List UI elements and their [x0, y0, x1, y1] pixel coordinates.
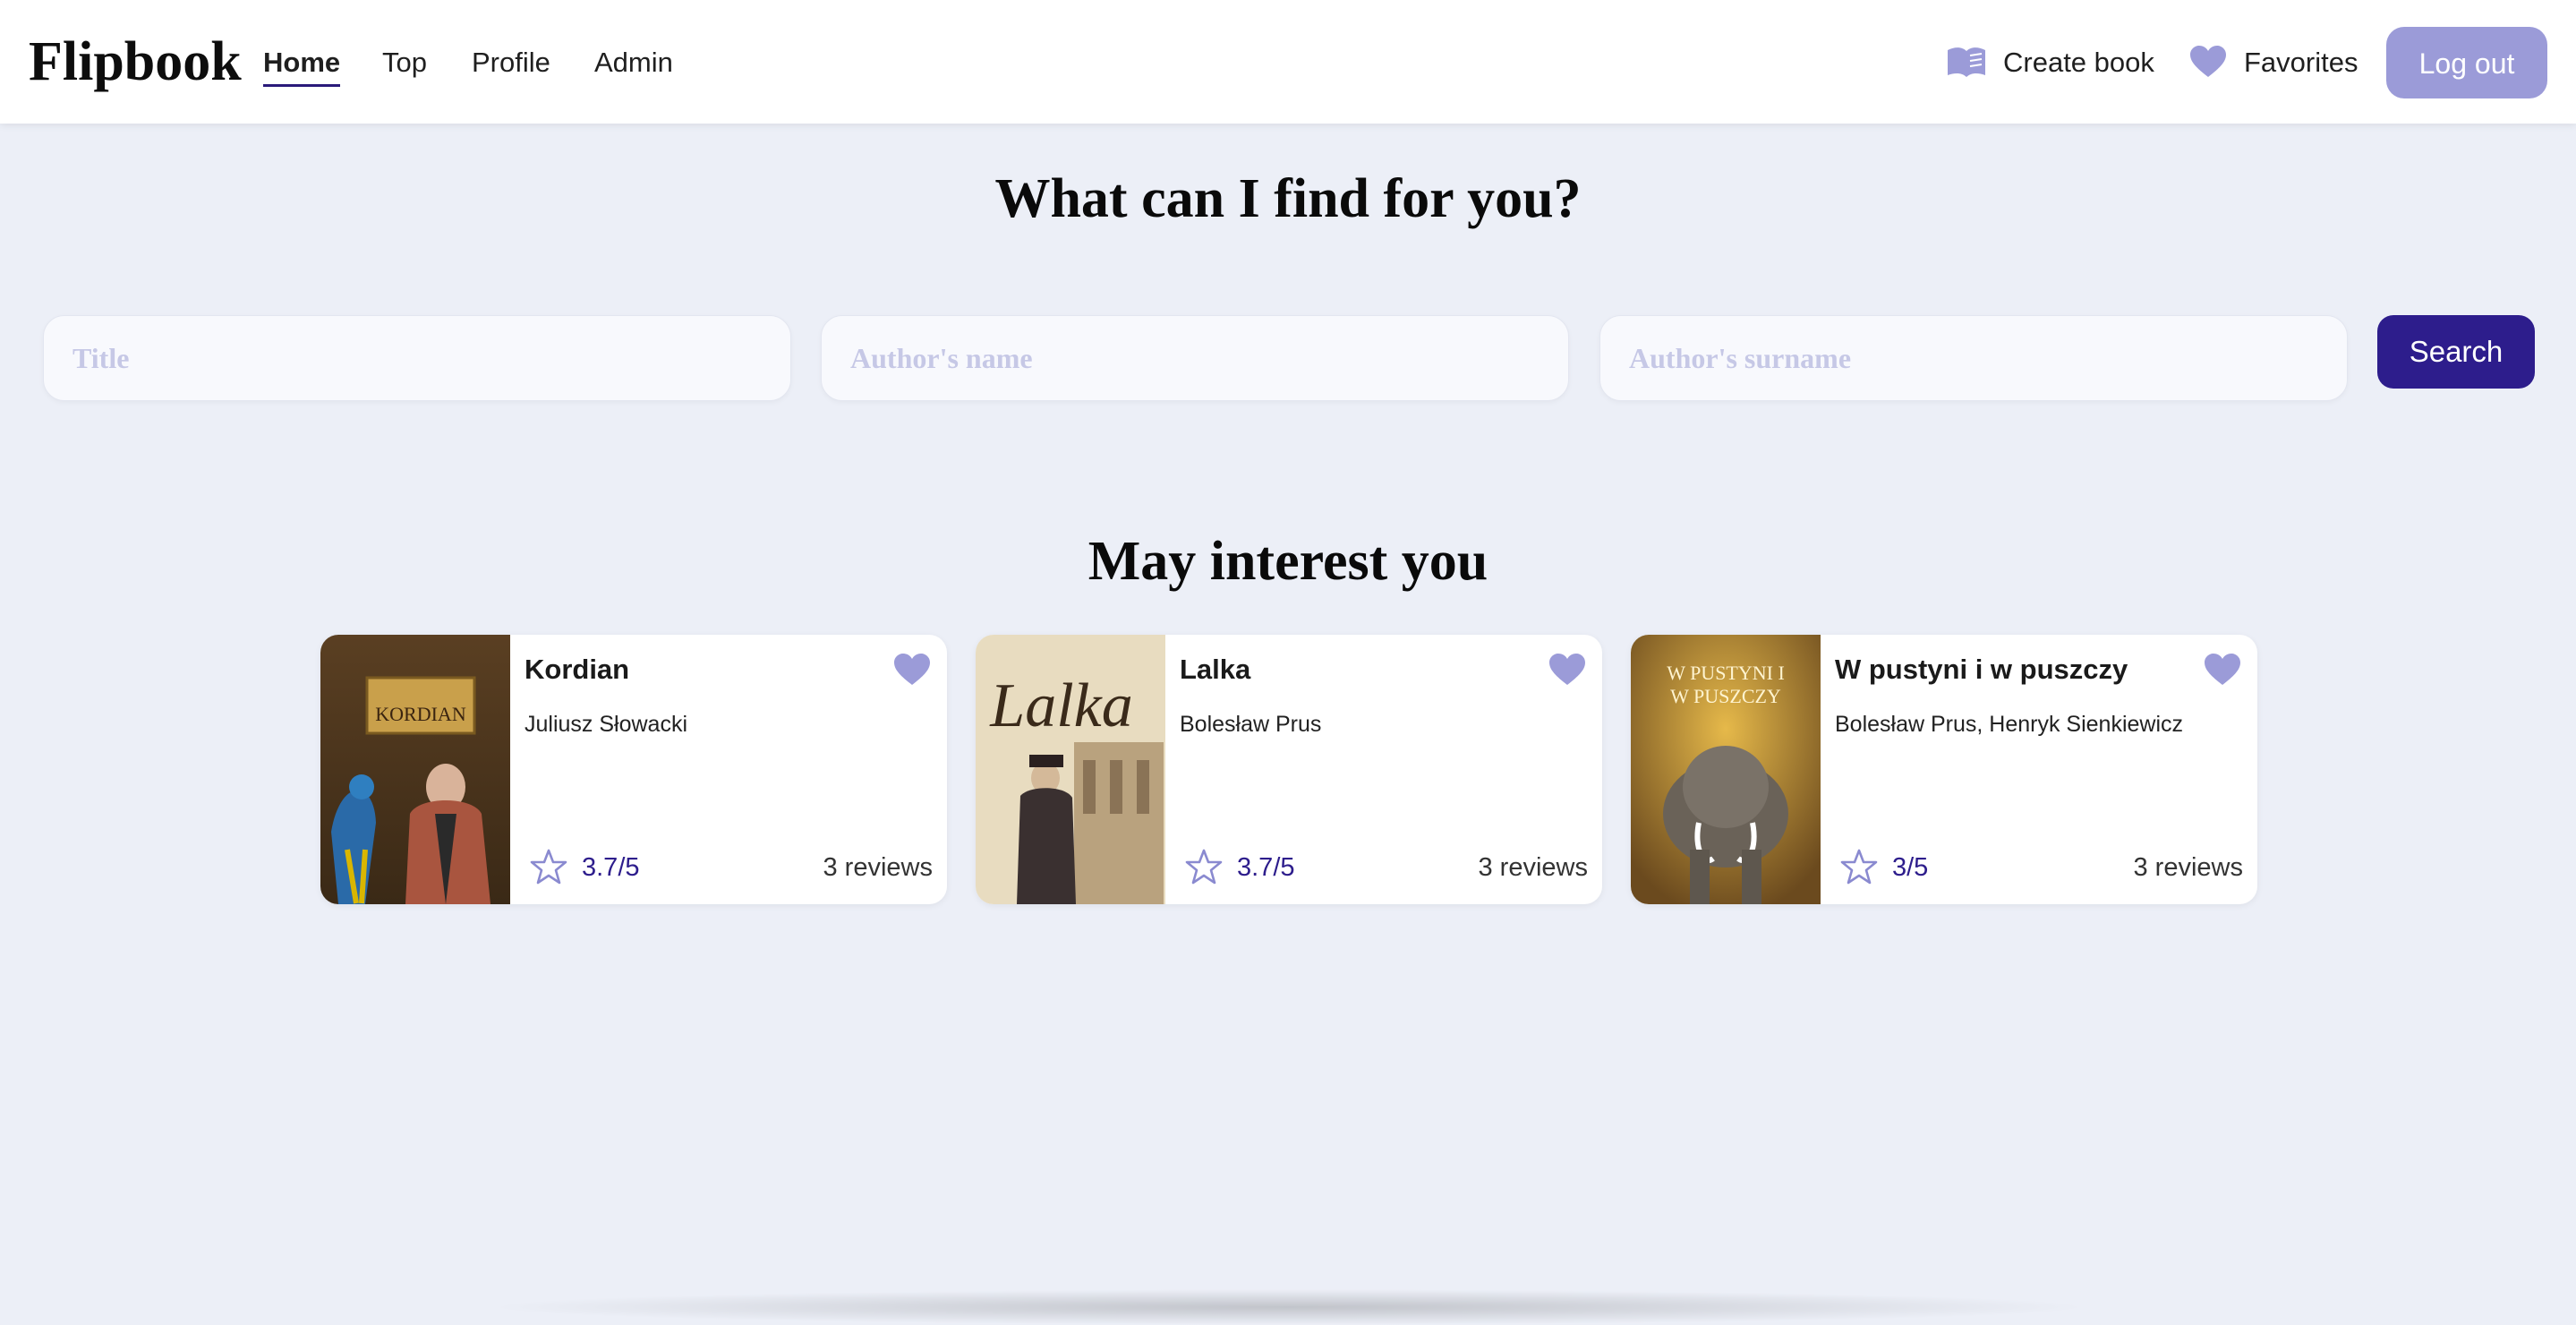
heart-icon[interactable]	[1548, 653, 1586, 687]
create-book-link[interactable]: Create book	[2003, 43, 2154, 82]
heart-icon[interactable]	[2189, 45, 2227, 79]
book-authors: Bolesław Prus, Henryk Sienkiewicz	[1835, 712, 2184, 737]
title-search-input[interactable]	[43, 315, 791, 401]
book-title[interactable]: W pustyni i w puszczy	[1835, 651, 2128, 688]
book-cover-image: Lalka	[976, 635, 1165, 904]
book-authors: Bolesław Prus	[1180, 712, 1322, 737]
book-rating: 3.7/5	[1237, 853, 1295, 882]
cover-title-text: W PUSTYNI IW PUSZCZY	[1667, 662, 1785, 707]
book-reviews-count: 3 reviews	[823, 853, 934, 882]
top-navbar: Flipbook Home Top Profile Admin Create b…	[0, 0, 2576, 124]
book-title[interactable]: Lalka	[1180, 651, 1250, 688]
book-rating: 3.7/5	[582, 853, 640, 882]
bottom-shadow	[483, 1289, 2094, 1325]
book-title[interactable]: Kordian	[525, 651, 629, 688]
star-icon	[1840, 849, 1878, 885]
book-reviews-count: 3 reviews	[1478, 853, 1589, 882]
book-reviews-count: 3 reviews	[2133, 853, 2244, 882]
book-card[interactable]: Lalka Lalka Bolesław Prus 3.7/5 3 review…	[976, 635, 1602, 904]
book-cover-image: W PUSTYNI IW PUSZCZY	[1631, 635, 1821, 904]
star-icon	[530, 849, 567, 885]
nav-top[interactable]: Top	[382, 43, 427, 82]
heart-icon[interactable]	[2204, 653, 2241, 687]
cover-title-text: Lalka	[989, 671, 1132, 740]
search-button[interactable]: Search	[2377, 315, 2535, 389]
book-card[interactable]: KORDIAN Kordian Juliusz Słowacki 3.7/5 3…	[320, 635, 947, 904]
logout-button[interactable]: Log out	[2386, 27, 2547, 98]
search-heading: What can I find for you?	[994, 168, 1582, 229]
favorites-link[interactable]: Favorites	[2244, 43, 2358, 82]
book-rating: 3/5	[1892, 853, 1929, 882]
star-icon	[1185, 849, 1223, 885]
book-cover-image: KORDIAN	[320, 635, 510, 904]
recommendations-heading: May interest you	[1088, 531, 1488, 592]
author-surname-input[interactable]	[1599, 315, 2348, 401]
nav-profile[interactable]: Profile	[472, 43, 550, 82]
book-open-icon[interactable]	[1946, 45, 1987, 79]
nav-admin[interactable]: Admin	[594, 43, 673, 82]
logo[interactable]: Flipbook	[29, 29, 242, 95]
book-authors: Juliusz Słowacki	[525, 712, 688, 737]
author-name-input[interactable]	[821, 315, 1569, 401]
cover-title-text: KORDIAN	[375, 703, 466, 725]
nav-home[interactable]: Home	[263, 43, 341, 87]
book-card[interactable]: W PUSTYNI IW PUSZCZY W pustyni i w puszc…	[1631, 635, 2257, 904]
heart-icon[interactable]	[893, 653, 931, 687]
